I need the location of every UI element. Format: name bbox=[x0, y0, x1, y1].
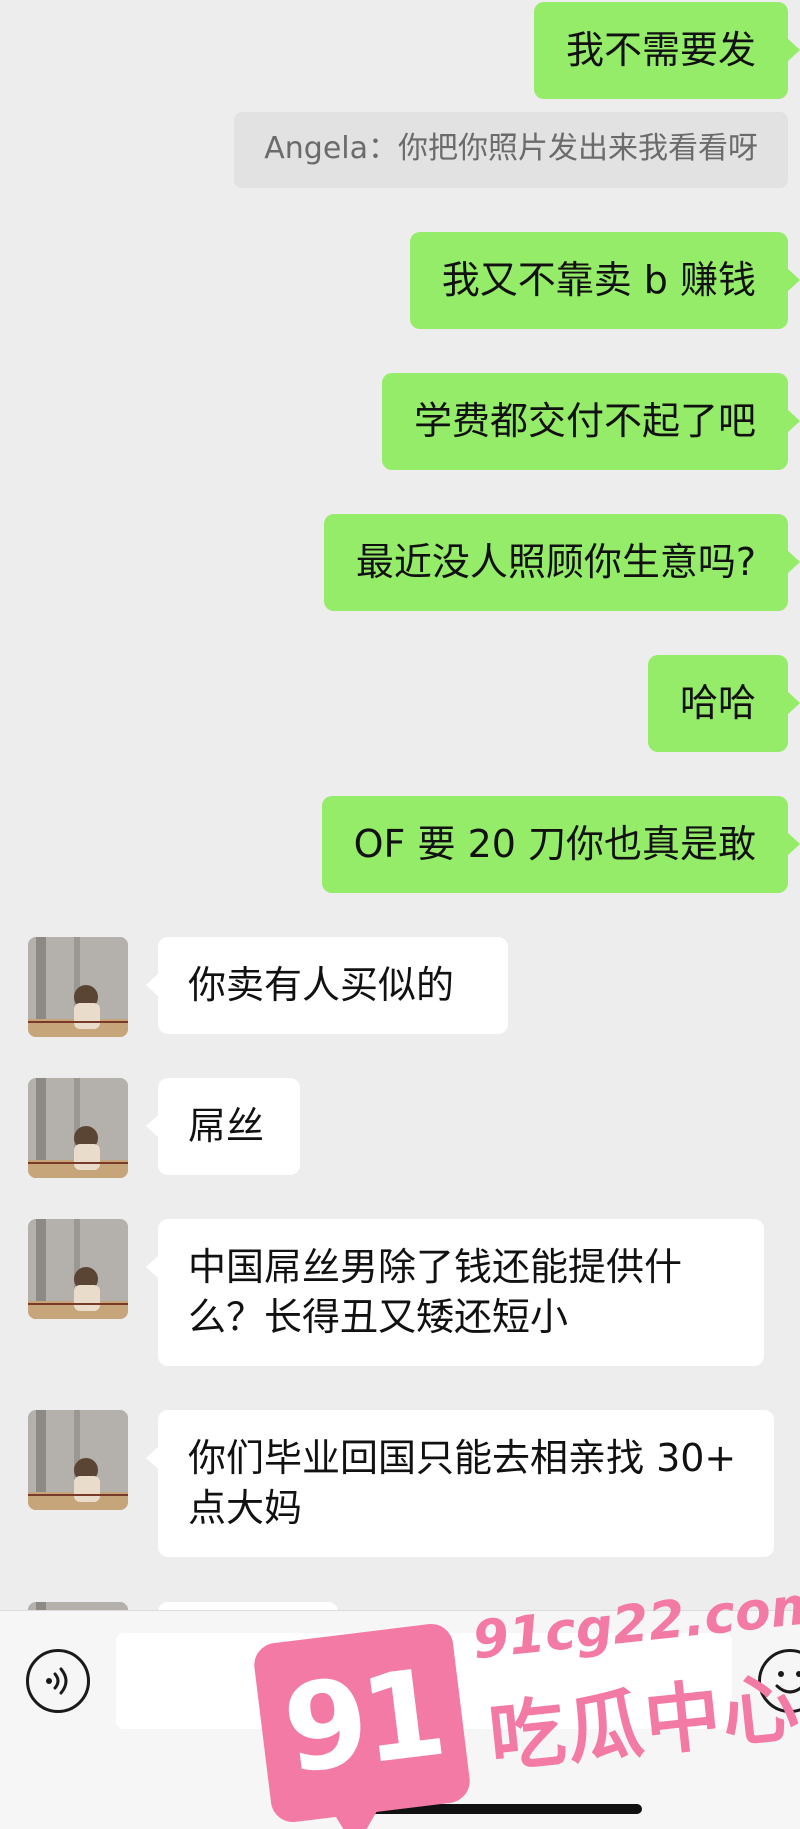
avatar-image bbox=[28, 1410, 128, 1510]
avatar[interactable] bbox=[28, 1410, 128, 1510]
avatar[interactable] bbox=[28, 937, 128, 1037]
home-indicator bbox=[302, 1804, 642, 1814]
message-bubble-incoming[interactable]: 屌丝 bbox=[146, 1078, 300, 1175]
avatar[interactable] bbox=[28, 1219, 128, 1319]
message-bubble-outgoing[interactable]: OF 要 20 刀你也真是敢 bbox=[321, 796, 800, 893]
message-bubble-incoming[interactable]: 你卖有人买似的 bbox=[146, 937, 508, 1034]
voice-button[interactable] bbox=[26, 1649, 90, 1713]
message-bubble-outgoing[interactable]: 哈哈 bbox=[647, 655, 800, 752]
message-row-outgoing: 我又不靠卖 b 赚钱 bbox=[409, 232, 800, 329]
message-bubble-outgoing[interactable]: 我不需要发 bbox=[533, 2, 800, 99]
avatar-image bbox=[28, 937, 128, 1037]
message-row-incoming bbox=[28, 1602, 338, 1610]
emoji-icon bbox=[775, 1671, 800, 1694]
message-row-outgoing: 最近没人照顾你生意吗? bbox=[323, 514, 800, 611]
chat-area[interactable]: 我不需要发 Angela：你把你照片发出来我看看呀 我又不靠卖 b 赚钱 学费都… bbox=[0, 0, 800, 1610]
emoji-button[interactable] bbox=[758, 1649, 800, 1713]
avatar[interactable] bbox=[28, 1602, 128, 1610]
message-bubble-outgoing[interactable]: 学费都交付不起了吧 bbox=[381, 373, 800, 470]
message-row-incoming: 屌丝 bbox=[28, 1078, 300, 1178]
avatar-image bbox=[28, 1219, 128, 1319]
message-input[interactable] bbox=[116, 1633, 732, 1729]
message-row-incoming: 你们毕业回国只能去相亲找 30+ 点大妈 bbox=[28, 1410, 774, 1557]
message-bubble-outgoing[interactable]: 我又不靠卖 b 赚钱 bbox=[409, 232, 800, 329]
message-row-outgoing: 我不需要发 bbox=[533, 2, 800, 99]
message-row-outgoing: 学费都交付不起了吧 bbox=[381, 373, 800, 470]
message-row-outgoing: OF 要 20 刀你也真是敢 bbox=[321, 796, 800, 893]
message-row-incoming: 你卖有人买似的 bbox=[28, 937, 508, 1037]
message-row-incoming: 中国屌丝男除了钱还能提供什么？长得丑又矮还短小 bbox=[28, 1219, 764, 1366]
voice-icon bbox=[46, 1667, 68, 1695]
composer-bar bbox=[0, 1610, 800, 1829]
message-bubble-incoming[interactable] bbox=[158, 1602, 338, 1610]
message-bubble-incoming[interactable]: 你们毕业回国只能去相亲找 30+ 点大妈 bbox=[146, 1410, 774, 1557]
message-bubble-outgoing[interactable]: 最近没人照顾你生意吗? bbox=[323, 514, 800, 611]
message-row-outgoing: 哈哈 bbox=[647, 655, 800, 752]
avatar-image bbox=[28, 1078, 128, 1178]
quoted-message[interactable]: Angela：你把你照片发出来我看看呀 bbox=[234, 112, 788, 188]
avatar-image bbox=[28, 1602, 128, 1610]
avatar[interactable] bbox=[28, 1078, 128, 1178]
message-bubble-incoming[interactable]: 中国屌丝男除了钱还能提供什么？长得丑又矮还短小 bbox=[146, 1219, 764, 1366]
